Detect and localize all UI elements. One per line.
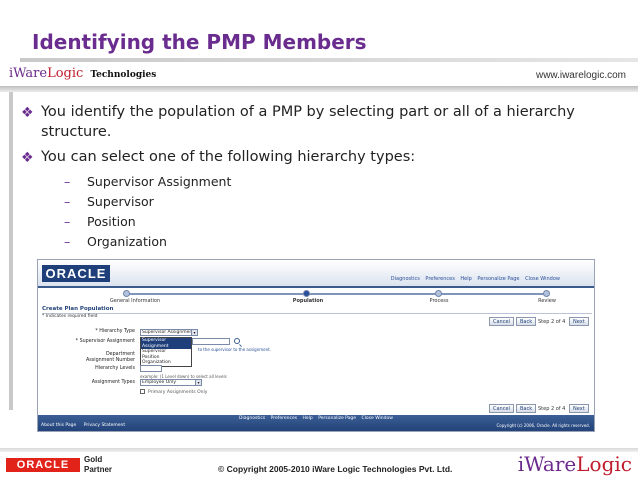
dash-bullet-icon: – — [64, 174, 71, 189]
primary-assignments-checkbox[interactable] — [140, 389, 145, 394]
department-label: Department — [105, 352, 135, 357]
primary-assignments-label: Primary Assignments Only — [148, 390, 208, 395]
footer-link-personalize[interactable]: Personalize Page — [318, 416, 356, 421]
diamond-bullet-icon: ❖ — [21, 105, 34, 121]
cancel-button-bottom[interactable]: Cancel — [489, 404, 514, 413]
train-step-dot-active — [303, 290, 310, 297]
sub-bullet-text: Supervisor — [87, 194, 154, 209]
train-line — [128, 293, 548, 295]
hierarchy-levels-label: Hierarchy Levels — [95, 366, 135, 371]
footer-link-close[interactable]: Close Window — [362, 416, 393, 421]
sub-bullet-item: – Position — [18, 212, 618, 232]
brand-logo: iWareLogic Technologies — [9, 66, 156, 81]
footer-link-help[interactable]: Help — [303, 416, 313, 421]
required-note: * Indicates required field — [42, 314, 98, 319]
search-icon[interactable] — [234, 338, 240, 344]
link-preferences[interactable]: Preferences — [425, 276, 454, 282]
hierarchy-type-select[interactable]: Supervisor Assignment ▾ — [140, 329, 198, 336]
sub-bullet-text: Position — [87, 214, 136, 229]
oracle-footer-bar: Diagnostics Preferences Help Personalize… — [38, 415, 594, 431]
gold-text: Gold — [84, 455, 103, 464]
footer-link-diagnostics[interactable]: Diagnostics — [239, 416, 265, 421]
footer-links: Diagnostics Preferences Help Personalize… — [38, 415, 594, 422]
chevron-down-icon: ▾ — [195, 380, 201, 385]
back-button-bottom[interactable]: Back — [516, 404, 537, 413]
sub-bullet-item: – Supervisor — [18, 192, 618, 212]
oracle-screenshot: ORACLE Diagnostics Preferences Help Pers… — [37, 259, 595, 432]
train-step-label: Review — [538, 298, 556, 304]
hierarchy-type-dropdown: Supervisor Assignment Supervisor Positio… — [140, 337, 192, 367]
step-indicator: Step 2 of 4 — [538, 319, 566, 325]
link-help[interactable]: Help — [460, 276, 471, 282]
supervisor-assignment-input[interactable] — [192, 338, 230, 345]
next-button[interactable]: Next — [569, 317, 589, 326]
logo-logic: Logic — [576, 452, 632, 476]
oracle-header: ORACLE Diagnostics Preferences Help Pers… — [38, 260, 594, 288]
link-diagnostics[interactable]: Diagnostics — [391, 276, 420, 282]
footer-link-preferences[interactable]: Preferences — [271, 416, 297, 421]
oracle-partner-logo: ORACLE — [6, 458, 80, 472]
brand-logic: Logic — [47, 66, 84, 81]
dash-bullet-icon: – — [64, 214, 71, 229]
link-close-window[interactable]: Close Window — [525, 276, 560, 282]
page-title: Create Plan Population — [42, 306, 592, 314]
assignment-types-label: Assignment Types — [91, 380, 135, 385]
privacy-link[interactable]: Privacy Statement — [84, 423, 125, 428]
footer-left-links: About this Page Privacy Statement — [41, 423, 131, 428]
dash-bullet-icon: – — [64, 194, 71, 209]
slide-title: Identifying the PMP Members — [32, 30, 367, 54]
brand-tech: Technologies — [90, 70, 157, 80]
about-page-link[interactable]: About this Page — [41, 423, 76, 428]
diamond-bullet-icon: ❖ — [21, 150, 34, 166]
process-train: General Information Population Process R… — [38, 289, 594, 304]
website-url: www.iwarelogic.com — [535, 70, 626, 81]
train-step-label[interactable]: General Information — [110, 298, 160, 304]
next-button-bottom[interactable]: Next — [569, 404, 589, 413]
bullet-text: You identify the population of a PMP by … — [41, 104, 575, 140]
hierarchy-levels-input[interactable] — [140, 365, 162, 372]
chevron-down-icon: ▾ — [191, 330, 197, 335]
train-step-dot — [543, 290, 550, 297]
bullet-item: ❖ You identify the population of a PMP b… — [18, 102, 618, 142]
supervisor-hint: to the supervisor to the assignment. — [198, 347, 271, 352]
dropdown-option[interactable]: Supervisor Assignment — [141, 338, 191, 349]
train-step-dot — [435, 290, 442, 297]
back-button[interactable]: Back — [516, 317, 537, 326]
train-step-label-active: Population — [292, 298, 324, 304]
copyright-text: © Copyright 2005-2010 iWare Logic Techno… — [218, 464, 453, 474]
bullet-text: You can select one of the following hier… — [41, 149, 416, 165]
sub-bullet-item: – Supervisor Assignment — [18, 172, 618, 192]
assignment-types-select[interactable]: Employee Only ▾ — [140, 379, 202, 386]
gold-partner-label: Gold Partner — [84, 455, 112, 475]
train-step-dot — [123, 290, 130, 297]
global-links: Diagnostics Preferences Help Personalize… — [387, 276, 560, 282]
assignment-types-value: Employee Only — [142, 380, 177, 385]
sub-bullet-text: Organization — [87, 234, 167, 249]
partner-text: Partner — [84, 465, 113, 474]
left-accent-bar — [9, 92, 13, 410]
oracle-copyright: Copyright (c) 2006, Oracle. All rights r… — [496, 423, 590, 428]
supervisor-assignment-label: * Supervisor Assignment — [75, 339, 135, 344]
cancel-button[interactable]: Cancel — [489, 317, 514, 326]
bullet-list: ❖ You identify the population of a PMP b… — [18, 102, 618, 252]
iwarelogic-logo: iWareLogic — [518, 452, 632, 476]
hierarchy-type-label: * Hierarchy Type — [95, 329, 135, 334]
brand-iware: iWare — [9, 66, 48, 81]
bullet-item: ❖ You can select one of the following hi… — [18, 147, 618, 167]
link-personalize-page[interactable]: Personalize Page — [477, 276, 519, 282]
oracle-logo: ORACLE — [42, 265, 110, 282]
title-divider — [20, 58, 638, 62]
train-step-label: Process — [429, 298, 449, 304]
logo-iware: iWare — [517, 452, 577, 476]
sub-bullet-item: – Organization — [18, 232, 618, 252]
step-indicator-bottom: Step 2 of 4 — [538, 406, 566, 412]
sub-bullet-text: Supervisor Assignment — [87, 174, 232, 189]
header-divider — [0, 86, 638, 92]
hierarchy-type-value: Supervisor Assignment — [142, 330, 194, 335]
dash-bullet-icon: – — [64, 234, 71, 249]
assignment-number-label: Assignment Number — [85, 358, 135, 363]
